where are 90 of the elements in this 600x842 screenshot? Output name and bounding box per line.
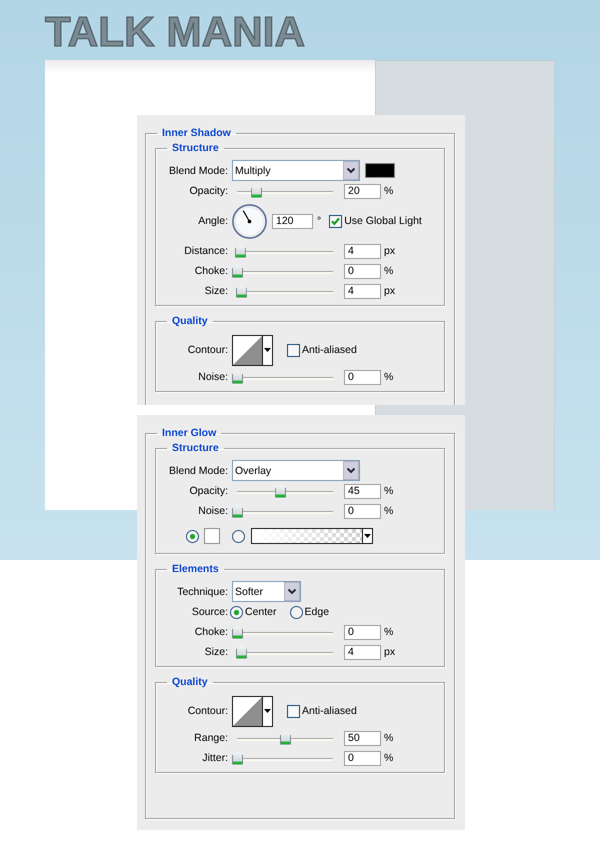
- number-field[interactable]: 0: [344, 264, 381, 278]
- field-label: Choke:: [194, 626, 228, 638]
- gradient-picker[interactable]: [251, 528, 373, 544]
- section-title: Structure: [171, 442, 220, 455]
- field-label: Noise:: [198, 505, 228, 517]
- unit-label: px: [384, 245, 396, 257]
- number-field[interactable]: 50: [344, 730, 381, 746]
- unit-label: px: [384, 285, 396, 297]
- number-field[interactable]: 0: [344, 370, 381, 384]
- slider-thumb[interactable]: [232, 370, 243, 384]
- caret-icon[interactable]: [264, 348, 271, 352]
- slider-thumb[interactable]: [234, 244, 246, 258]
- radio-button[interactable]: [186, 530, 199, 542]
- group-title: Inner Glow: [161, 427, 218, 440]
- field-label: Contour:: [188, 344, 228, 356]
- contour-curve-icon: [233, 696, 262, 726]
- checkbox[interactable]: [287, 344, 300, 356]
- field-label: Range:: [194, 732, 228, 744]
- checkbox-label[interactable]: Use Global Light: [344, 215, 422, 227]
- field-label: Blend Mode:: [169, 164, 228, 176]
- unit-label: %: [384, 505, 394, 517]
- field-label: Opacity:: [189, 185, 228, 197]
- caret-icon[interactable]: [364, 534, 371, 538]
- unit-label: °: [317, 215, 322, 227]
- color-swatch[interactable]: [204, 528, 220, 544]
- slider-thumb[interactable]: [232, 264, 243, 278]
- site-title: TALK MANIA: [45, 11, 306, 53]
- checkbox-label[interactable]: Anti-aliased: [302, 705, 357, 717]
- slider-thumb[interactable]: [232, 752, 243, 764]
- number-field[interactable]: 120: [272, 214, 313, 228]
- unit-label: %: [384, 265, 394, 277]
- field-label: Choke:: [194, 265, 228, 277]
- slider-thumb[interactable]: [236, 646, 247, 658]
- slider-thumb[interactable]: [251, 184, 262, 198]
- slider-thumb[interactable]: [232, 504, 243, 518]
- radio-button[interactable]: [290, 606, 303, 618]
- section-title: Quality: [171, 676, 209, 689]
- radio-button[interactable]: [232, 530, 245, 542]
- number-field[interactable]: 45: [344, 484, 381, 498]
- field-label: Angle:: [198, 215, 228, 227]
- checkbox[interactable]: [329, 214, 342, 228]
- section-title: Elements: [171, 563, 220, 576]
- number-field[interactable]: 0: [344, 504, 381, 518]
- field-label: Opacity:: [189, 485, 228, 497]
- field-label: Noise:: [198, 371, 228, 383]
- section-title: Quality: [171, 315, 209, 328]
- unit-label: %: [384, 371, 394, 383]
- chevron-down-icon[interactable]: [343, 161, 359, 180]
- number-field[interactable]: 4: [344, 284, 381, 298]
- color-swatch[interactable]: [365, 163, 395, 178]
- unit-label: %: [384, 485, 394, 497]
- dropdown[interactable]: Softer: [232, 581, 301, 602]
- checkbox[interactable]: [287, 704, 300, 718]
- field-label: Contour:: [188, 705, 228, 717]
- group-title: Inner Shadow: [161, 127, 232, 140]
- unit-label: %: [384, 752, 394, 764]
- slider-thumb[interactable]: [236, 284, 247, 298]
- number-field[interactable]: 0: [344, 750, 381, 766]
- caret-icon[interactable]: [264, 709, 271, 713]
- number-field[interactable]: 4: [344, 644, 381, 660]
- radio-button[interactable]: [230, 606, 243, 618]
- chevron-down-icon[interactable]: [284, 582, 300, 601]
- dropdown[interactable]: Multiply: [232, 160, 360, 181]
- unit-label: %: [384, 732, 394, 744]
- radio-label[interactable]: Center: [245, 606, 277, 618]
- field-label: Jitter:: [202, 752, 228, 764]
- field-label: Size:: [204, 646, 228, 658]
- unit-label: %: [384, 185, 394, 197]
- number-field[interactable]: 20: [344, 184, 381, 198]
- section-title: Structure: [171, 142, 220, 155]
- radio-label[interactable]: Edge: [304, 606, 330, 618]
- number-field[interactable]: 0: [344, 624, 381, 640]
- dropdown[interactable]: Overlay: [232, 460, 360, 481]
- slider-thumb[interactable]: [280, 732, 291, 744]
- contour-picker[interactable]: [232, 696, 273, 726]
- field-label: Size:: [204, 285, 228, 297]
- field-label: Blend Mode:: [169, 464, 228, 476]
- contour-picker[interactable]: [232, 334, 273, 366]
- contour-curve-icon: [233, 336, 262, 364]
- unit-label: px: [384, 646, 396, 658]
- checkbox-label[interactable]: Anti-aliased: [302, 344, 357, 356]
- field-label: Distance:: [184, 245, 228, 257]
- chevron-down-icon[interactable]: [343, 461, 359, 480]
- field-label: Source:: [192, 606, 228, 618]
- angle-dial[interactable]: [232, 204, 267, 238]
- field-label: Technique:: [177, 586, 228, 598]
- slider-thumb[interactable]: [275, 484, 286, 498]
- number-field[interactable]: 4: [344, 244, 381, 258]
- unit-label: %: [384, 626, 394, 638]
- slider-thumb[interactable]: [232, 626, 243, 638]
